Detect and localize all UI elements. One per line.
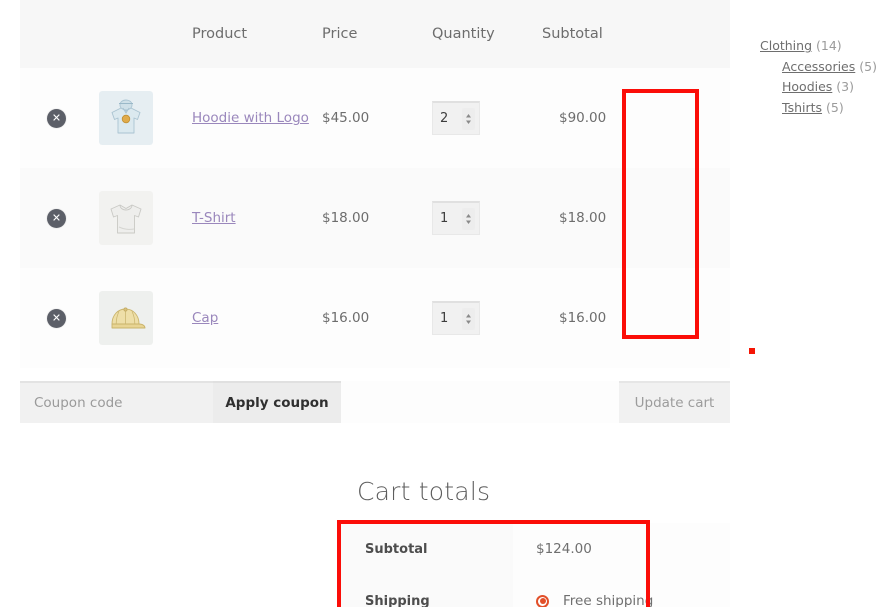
cap-thumbnail[interactable]	[99, 291, 153, 345]
cell-thumbnail	[92, 268, 192, 368]
quantity-stepper[interactable]: 1	[432, 201, 480, 235]
column-header-remove	[20, 0, 92, 68]
totals-row-subtotal: Subtotal $124.00	[340, 523, 730, 575]
totals-value-shipping: Free shipping	[513, 575, 730, 607]
cell-remove: ✕	[20, 68, 92, 168]
sidebar-item-label[interactable]: Tshirts	[782, 100, 822, 115]
table-row: ✕ T-Shirt $18.00 1	[20, 168, 730, 268]
update-cart-button[interactable]: Update cart	[619, 381, 730, 423]
sidebar-item-label[interactable]: Hoodies	[782, 79, 832, 94]
apply-coupon-button[interactable]: Apply coupon	[213, 381, 341, 423]
cart-totals-heading: Cart totals	[357, 477, 490, 506]
chevron-updown-icon[interactable]	[462, 308, 475, 330]
cart-page: Product Price Quantity Subtotal ✕	[0, 0, 877, 607]
cell-remove: ✕	[20, 168, 92, 268]
close-circle-icon[interactable]: ✕	[47, 109, 66, 128]
cell-product-name: Cap	[192, 268, 322, 368]
column-header-subtotal: Subtotal	[542, 0, 730, 68]
chevron-updown-icon[interactable]	[462, 108, 475, 130]
cart-table-header: Product Price Quantity Subtotal	[20, 0, 730, 68]
column-header-thumbnail	[92, 0, 192, 68]
cell-quantity: 2	[432, 68, 542, 168]
cart-totals-table: Subtotal $124.00 Shipping Free shipping	[340, 523, 730, 607]
column-header-quantity: Quantity	[432, 0, 542, 68]
hoodie-thumbnail[interactable]	[99, 91, 153, 145]
red-point-marker	[748, 347, 756, 355]
quantity-value: 2	[440, 111, 448, 126]
product-link[interactable]: T-Shirt	[192, 210, 236, 226]
shipping-option-label: Free shipping	[563, 593, 653, 607]
cell-price: $16.00	[322, 268, 432, 368]
cell-price: $18.00	[322, 168, 432, 268]
cart-header-row: Product Price Quantity Subtotal	[20, 0, 730, 68]
totals-label-shipping: Shipping	[340, 575, 513, 607]
shop-cart-table: Product Price Quantity Subtotal ✕	[20, 0, 730, 368]
sidebar-item-count: (14)	[816, 38, 842, 53]
sidebar-item-count: (5)	[826, 100, 844, 115]
cell-quantity: 1	[432, 168, 542, 268]
cell-quantity: 1	[432, 268, 542, 368]
table-row: ✕ Hoodie with Logo $45.0	[20, 68, 730, 168]
sidebar-item-hoodies[interactable]: Hoodies (3)	[760, 77, 870, 98]
cell-thumbnail	[92, 68, 192, 168]
close-circle-icon[interactable]: ✕	[47, 209, 66, 228]
cell-thumbnail	[92, 168, 192, 268]
radio-selected-icon[interactable]	[536, 595, 549, 607]
cell-product-name: Hoodie with Logo	[192, 68, 322, 168]
totals-label-subtotal: Subtotal	[340, 523, 513, 575]
column-header-product: Product	[192, 0, 322, 68]
totals-value-subtotal: $124.00	[513, 523, 730, 575]
shipping-option-free[interactable]: Free shipping	[536, 593, 730, 607]
cell-price: $45.00	[322, 68, 432, 168]
product-categories-sidebar: Clothing (14) Accessories (5) Hoodies (3…	[760, 36, 870, 118]
chevron-updown-icon[interactable]	[462, 208, 475, 230]
sidebar-item-clothing[interactable]: Clothing (14)	[760, 36, 870, 57]
cell-remove: ✕	[20, 268, 92, 368]
sidebar-item-label[interactable]: Clothing	[760, 38, 812, 53]
coupon-code-input[interactable]	[20, 381, 213, 423]
close-circle-icon[interactable]: ✕	[47, 309, 66, 328]
product-link[interactable]: Hoodie with Logo	[192, 110, 309, 126]
sidebar-item-label[interactable]: Accessories	[782, 59, 855, 74]
cell-product-name: T-Shirt	[192, 168, 322, 268]
column-header-price: Price	[322, 0, 432, 68]
tshirt-thumbnail[interactable]	[99, 191, 153, 245]
quantity-value: 1	[440, 311, 448, 326]
cart-table-body: ✕ Hoodie with Logo $45.0	[20, 68, 730, 368]
coupon-row-spacer	[341, 381, 619, 423]
sidebar-item-tshirts[interactable]: Tshirts (5)	[760, 98, 870, 119]
cell-subtotal: $16.00	[542, 268, 730, 368]
quantity-value: 1	[440, 211, 448, 226]
sidebar-item-count: (3)	[836, 79, 854, 94]
sidebar-item-count: (5)	[859, 59, 877, 74]
sidebar-item-accessories[interactable]: Accessories (5)	[760, 57, 870, 78]
cell-subtotal: $90.00	[542, 68, 730, 168]
coupon-actions-row: Apply coupon Update cart	[20, 381, 730, 423]
quantity-stepper[interactable]: 2	[432, 101, 480, 135]
totals-row-shipping: Shipping Free shipping	[340, 575, 730, 607]
table-row: ✕ Cap $16.00 1	[20, 268, 730, 368]
cell-subtotal: $18.00	[542, 168, 730, 268]
product-link[interactable]: Cap	[192, 310, 218, 326]
quantity-stepper[interactable]: 1	[432, 301, 480, 335]
